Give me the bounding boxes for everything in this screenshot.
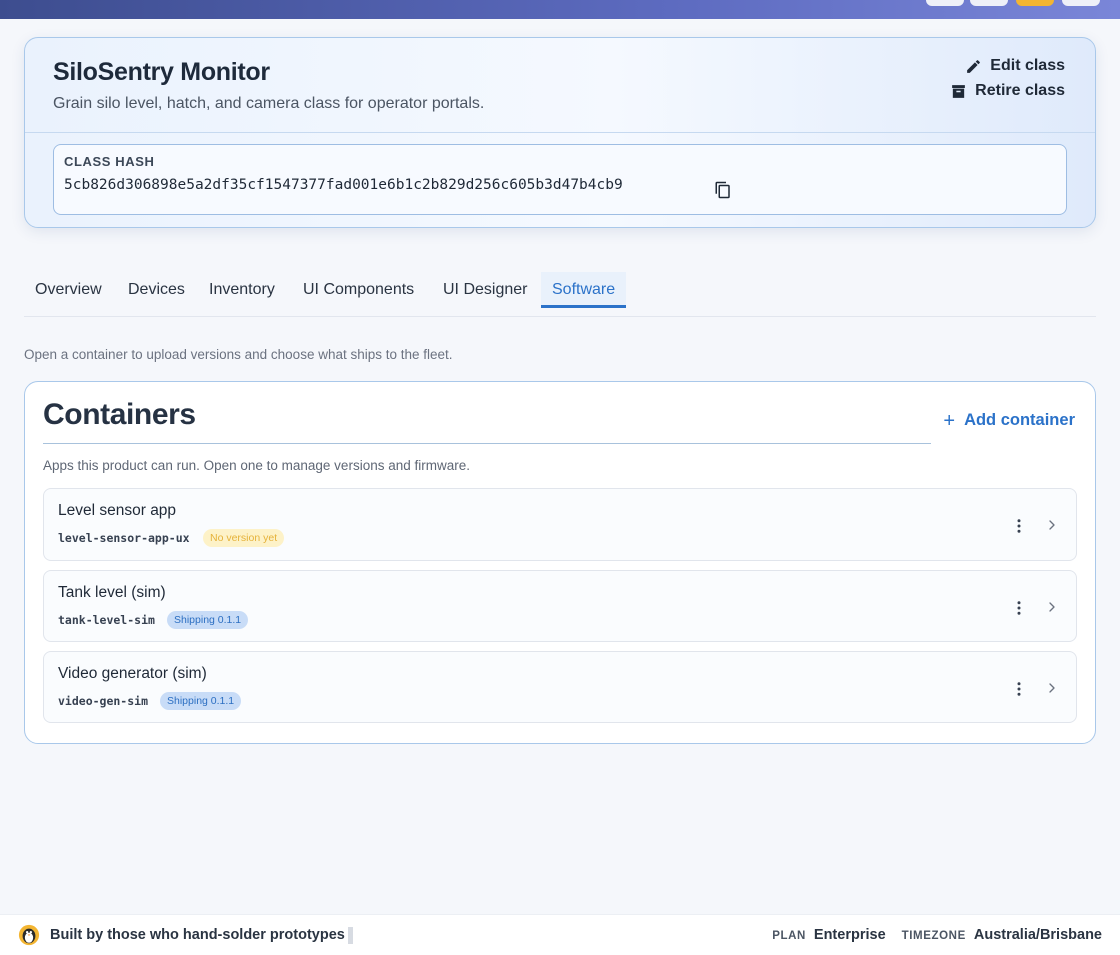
retire-class-label: Retire class <box>975 82 1065 99</box>
software-hint: Open a container to upload versions and … <box>24 347 453 362</box>
tab-inventory[interactable]: Inventory <box>198 272 286 308</box>
container-name: Video generator (sim) <box>58 665 207 682</box>
status-badge: No version yet <box>203 529 285 547</box>
more-vert-icon[interactable] <box>1010 680 1028 698</box>
chevron-right-icon[interactable] <box>1044 517 1060 533</box>
text-cursor <box>348 927 353 944</box>
tab-software[interactable]: Software <box>541 272 627 308</box>
timezone-key: TIMEZONE <box>901 930 966 942</box>
class-hash-box: CLASS HASH 5cb826d306898e5a2df35cf154737… <box>53 144 1067 215</box>
retire-class-button[interactable]: Retire class <box>950 82 1065 100</box>
class-hash-label: CLASS HASH <box>64 154 155 169</box>
container-row[interactable]: Video generator (sim) video-gen-sim Ship… <box>43 651 1077 723</box>
edit-class-label: Edit class <box>990 57 1065 74</box>
container-slug: video-gen-sim <box>58 694 149 708</box>
plan-key: PLAN <box>772 930 806 942</box>
page-subtitle: Grain silo level, hatch, and camera clas… <box>53 95 485 112</box>
archive-icon <box>952 84 966 98</box>
container-name: Tank level (sim) <box>58 584 166 601</box>
topbar-button[interactable] <box>926 0 964 6</box>
containers-subtitle: Apps this product can run. Open one to m… <box>43 458 470 473</box>
pencil-icon <box>967 59 981 73</box>
class-tabs: Overview Devices Inventory UI Components… <box>24 272 1096 317</box>
status-badge: Shipping 0.1.1 <box>167 611 249 629</box>
container-slug: level-sensor-app-ux <box>58 531 190 545</box>
add-container-button[interactable]: + Add container <box>943 409 1075 432</box>
class-header-card: SiloSentry Monitor Grain silo level, hat… <box>24 37 1096 228</box>
add-container-label: Add container <box>964 411 1075 429</box>
edit-class-button[interactable]: Edit class <box>965 57 1065 75</box>
container-row[interactable]: Tank level (sim) tank-level-sim Shipping… <box>43 570 1077 642</box>
container-row[interactable]: Level sensor app level-sensor-app-ux No … <box>43 488 1077 561</box>
top-app-bar <box>0 0 1120 19</box>
footer-meta: PLAN Enterprise TIMEZONE Australia/Brisb… <box>772 927 1102 943</box>
chevron-right-icon[interactable] <box>1044 599 1060 615</box>
containers-title: Containers <box>43 398 931 444</box>
footer-tagline: Built by those who hand-solder prototype… <box>50 927 345 943</box>
footer-bar: Built by those who hand-solder prototype… <box>0 914 1120 955</box>
plus-icon: + <box>943 409 956 432</box>
tab-ui-components[interactable]: UI Components <box>292 272 425 308</box>
topbar-button[interactable] <box>970 0 1008 6</box>
class-hash-value: 5cb826d306898e5a2df35cf1547377fad001e6b1… <box>64 177 623 193</box>
container-name: Level sensor app <box>58 502 177 519</box>
page-title: SiloSentry Monitor <box>53 58 270 86</box>
tab-devices[interactable]: Devices <box>117 272 196 308</box>
class-header: SiloSentry Monitor Grain silo level, hat… <box>25 38 1095 133</box>
tab-overview[interactable]: Overview <box>24 272 113 308</box>
timezone-value: Australia/Brisbane <box>973 927 1102 943</box>
chevron-right-icon[interactable] <box>1044 680 1060 696</box>
copy-icon[interactable] <box>714 181 732 199</box>
container-slug: tank-level-sim <box>58 613 155 627</box>
topbar-button[interactable] <box>1062 0 1100 6</box>
more-vert-icon[interactable] <box>1010 517 1028 535</box>
status-badge: Shipping 0.1.1 <box>160 692 242 710</box>
containers-panel: Containers + Add container Apps this pro… <box>24 381 1096 744</box>
plan-value: Enterprise <box>813 927 886 943</box>
tab-ui-designer[interactable]: UI Designer <box>432 272 538 308</box>
topbar-alert-button[interactable] <box>1016 0 1054 6</box>
more-vert-icon[interactable] <box>1010 599 1028 617</box>
penguin-logo-icon <box>18 924 40 946</box>
